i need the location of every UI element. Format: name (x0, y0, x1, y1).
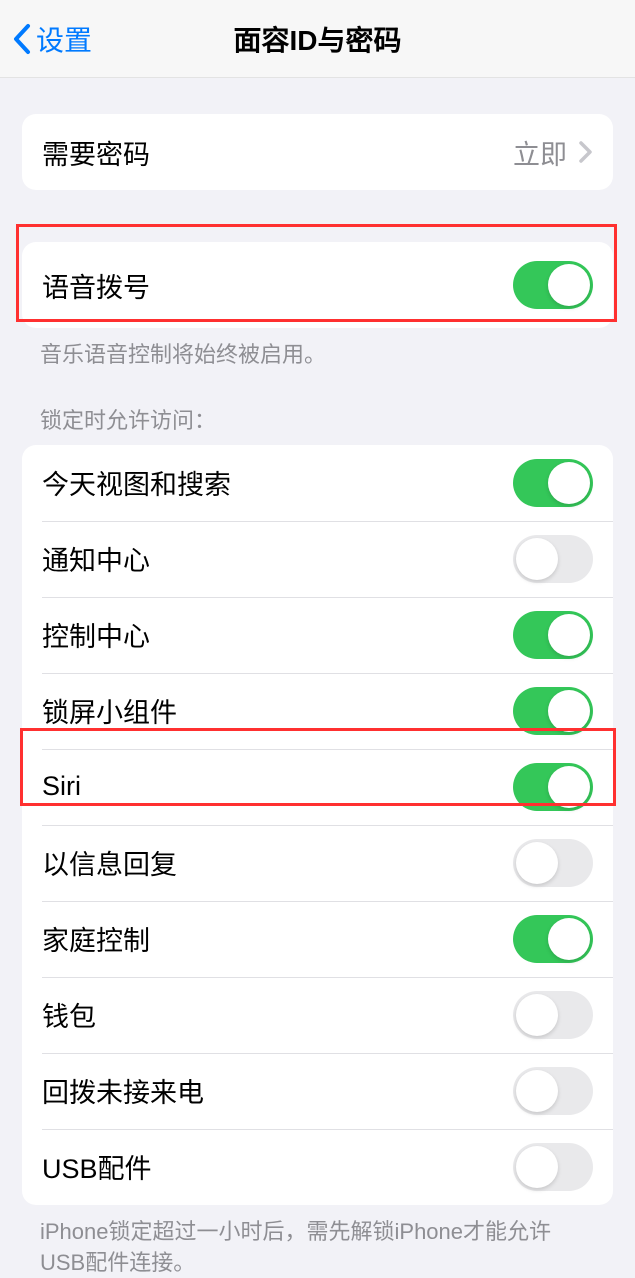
lock-screen-widgets-label: 锁屏小组件 (42, 691, 177, 730)
require-passcode-value: 立即 (513, 133, 567, 172)
notification-center-toggle[interactable] (513, 535, 593, 583)
usb-accessories-row: USB配件 (22, 1129, 613, 1205)
reply-with-message-toggle[interactable] (513, 839, 593, 887)
return-missed-calls-toggle[interactable] (513, 1067, 593, 1115)
lock-access-group: 今天视图和搜索 通知中心 控制中心 锁屏小组件 Siri 以信息回复 家庭控制 (22, 445, 613, 1205)
reply-with-message-row: 以信息回复 (22, 825, 613, 901)
passcode-group: 需要密码 立即 (22, 114, 613, 190)
navigation-header: 设置 面容ID与密码 (0, 0, 635, 78)
usb-accessories-toggle[interactable] (513, 1143, 593, 1191)
today-view-toggle[interactable] (513, 459, 593, 507)
lock-screen-widgets-row: 锁屏小组件 (22, 673, 613, 749)
wallet-row: 钱包 (22, 977, 613, 1053)
reply-with-message-label: 以信息回复 (42, 843, 177, 882)
voice-dial-row: 语音拨号 (22, 242, 613, 328)
return-missed-calls-label: 回拨未接来电 (42, 1071, 204, 1110)
return-missed-calls-row: 回拨未接来电 (22, 1053, 613, 1129)
back-button[interactable]: 设置 (0, 19, 92, 59)
today-view-label: 今天视图和搜索 (42, 463, 231, 502)
wallet-label: 钱包 (42, 995, 96, 1034)
wallet-toggle[interactable] (513, 991, 593, 1039)
voice-dial-label: 语音拨号 (42, 266, 150, 305)
require-passcode-label: 需要密码 (42, 133, 150, 172)
siri-toggle[interactable] (513, 763, 593, 811)
control-center-label: 控制中心 (42, 615, 150, 654)
siri-row: Siri (22, 749, 613, 825)
notification-center-label: 通知中心 (42, 539, 150, 578)
chevron-left-icon (12, 23, 32, 55)
voice-dial-toggle[interactable] (513, 261, 593, 309)
notification-center-row: 通知中心 (22, 521, 613, 597)
control-center-row: 控制中心 (22, 597, 613, 673)
home-control-toggle[interactable] (513, 915, 593, 963)
page-title: 面容ID与密码 (233, 19, 401, 59)
voice-dial-footer: 音乐语音控制将始终被启用。 (0, 328, 635, 371)
today-view-row: 今天视图和搜索 (22, 445, 613, 521)
home-control-label: 家庭控制 (42, 919, 150, 958)
usb-accessories-label: USB配件 (42, 1147, 152, 1186)
require-passcode-row[interactable]: 需要密码 立即 (22, 114, 613, 190)
lock-access-header: 锁定时允许访问： (0, 371, 635, 445)
lock-screen-widgets-toggle[interactable] (513, 687, 593, 735)
home-control-row: 家庭控制 (22, 901, 613, 977)
lock-access-footer: iPhone锁定超过一小时后，需先解锁iPhone才能允许USB配件连接。 (0, 1205, 635, 1278)
control-center-toggle[interactable] (513, 611, 593, 659)
siri-label: Siri (42, 771, 81, 802)
chevron-right-icon (579, 141, 593, 163)
back-label: 设置 (36, 19, 92, 59)
voice-dial-group: 语音拨号 (22, 242, 613, 328)
